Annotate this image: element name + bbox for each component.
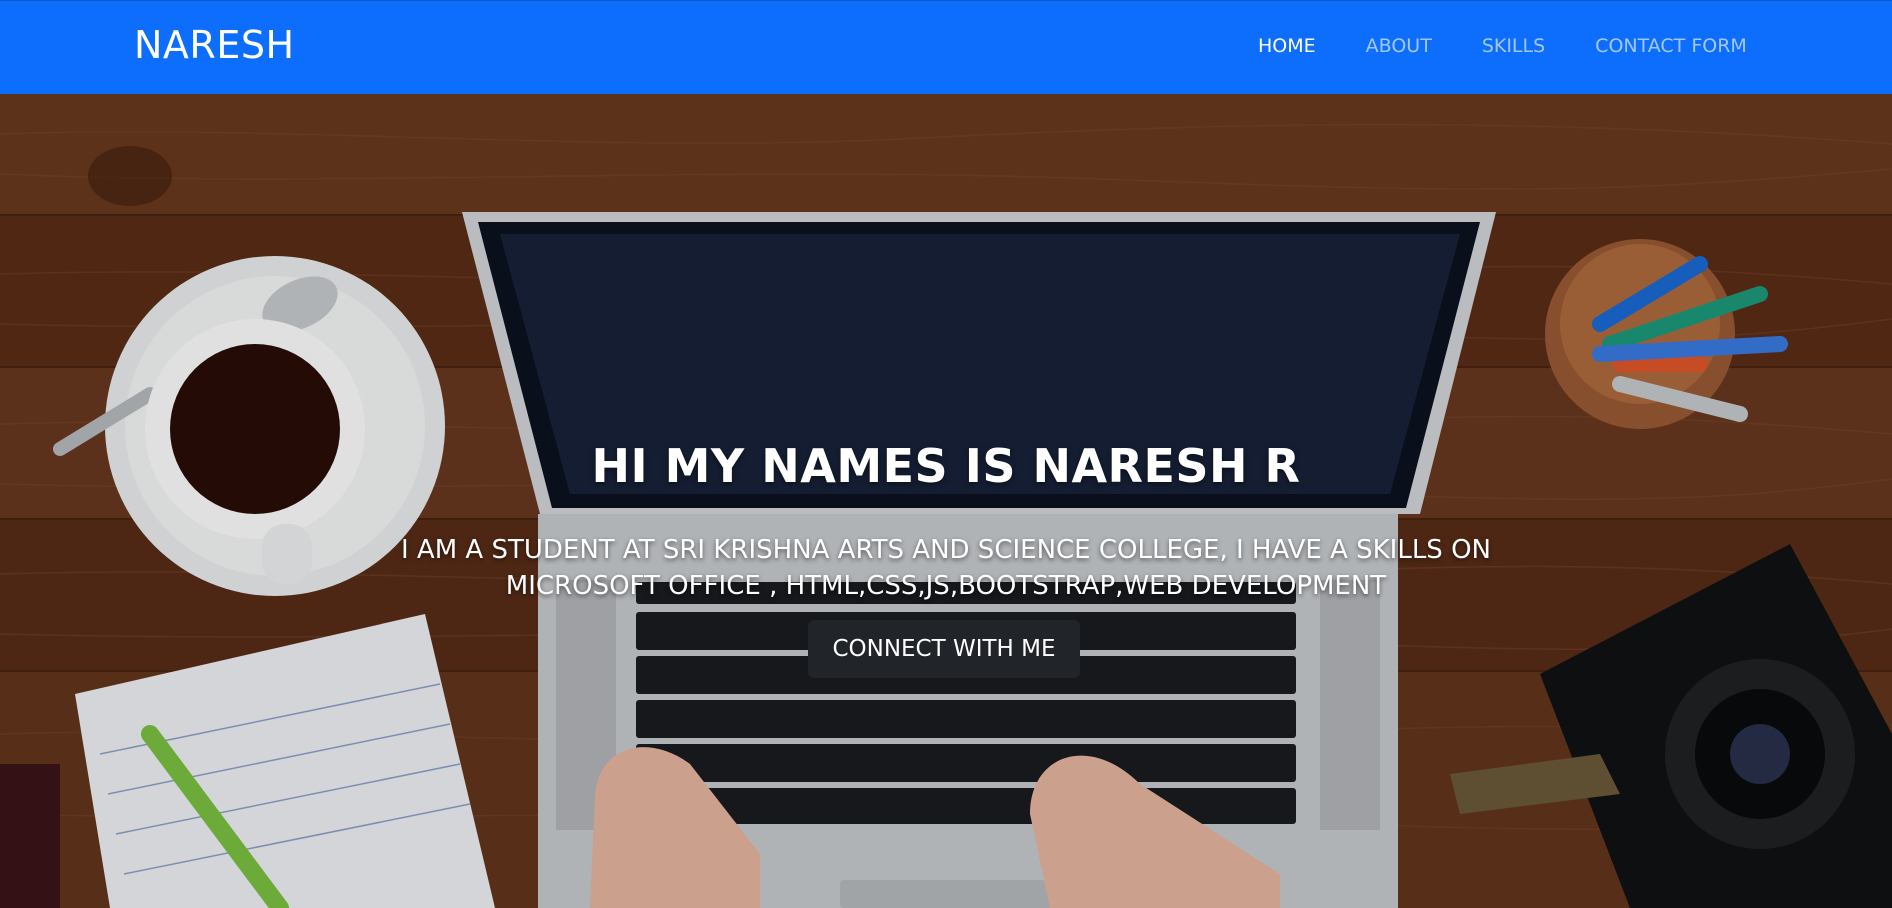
brand-logo[interactable]: NARESH [134,23,295,67]
hero-section: HI MY NAMES IS NARESH R I AM A STUDENT A… [0,94,1892,908]
nav-link-home[interactable]: HOME [1258,35,1316,57]
nav-links: HOME ABOUT SKILLS CONTACT FORM [1258,35,1797,57]
nav-link-skills[interactable]: SKILLS [1482,35,1545,57]
nav-link-about[interactable]: ABOUT [1366,35,1432,57]
hero-title: HI MY NAMES IS NARESH R [591,438,1301,493]
connect-with-me-button[interactable]: CONNECT WITH ME [808,620,1080,678]
top-navbar: NARESH HOME ABOUT SKILLS CONTACT FORM [0,0,1892,94]
hero-subtitle: I AM A STUDENT AT SRI KRISHNA ARTS AND S… [401,535,1491,601]
hero-overlay [0,94,1892,908]
nav-link-contact-form[interactable]: CONTACT FORM [1595,35,1747,57]
